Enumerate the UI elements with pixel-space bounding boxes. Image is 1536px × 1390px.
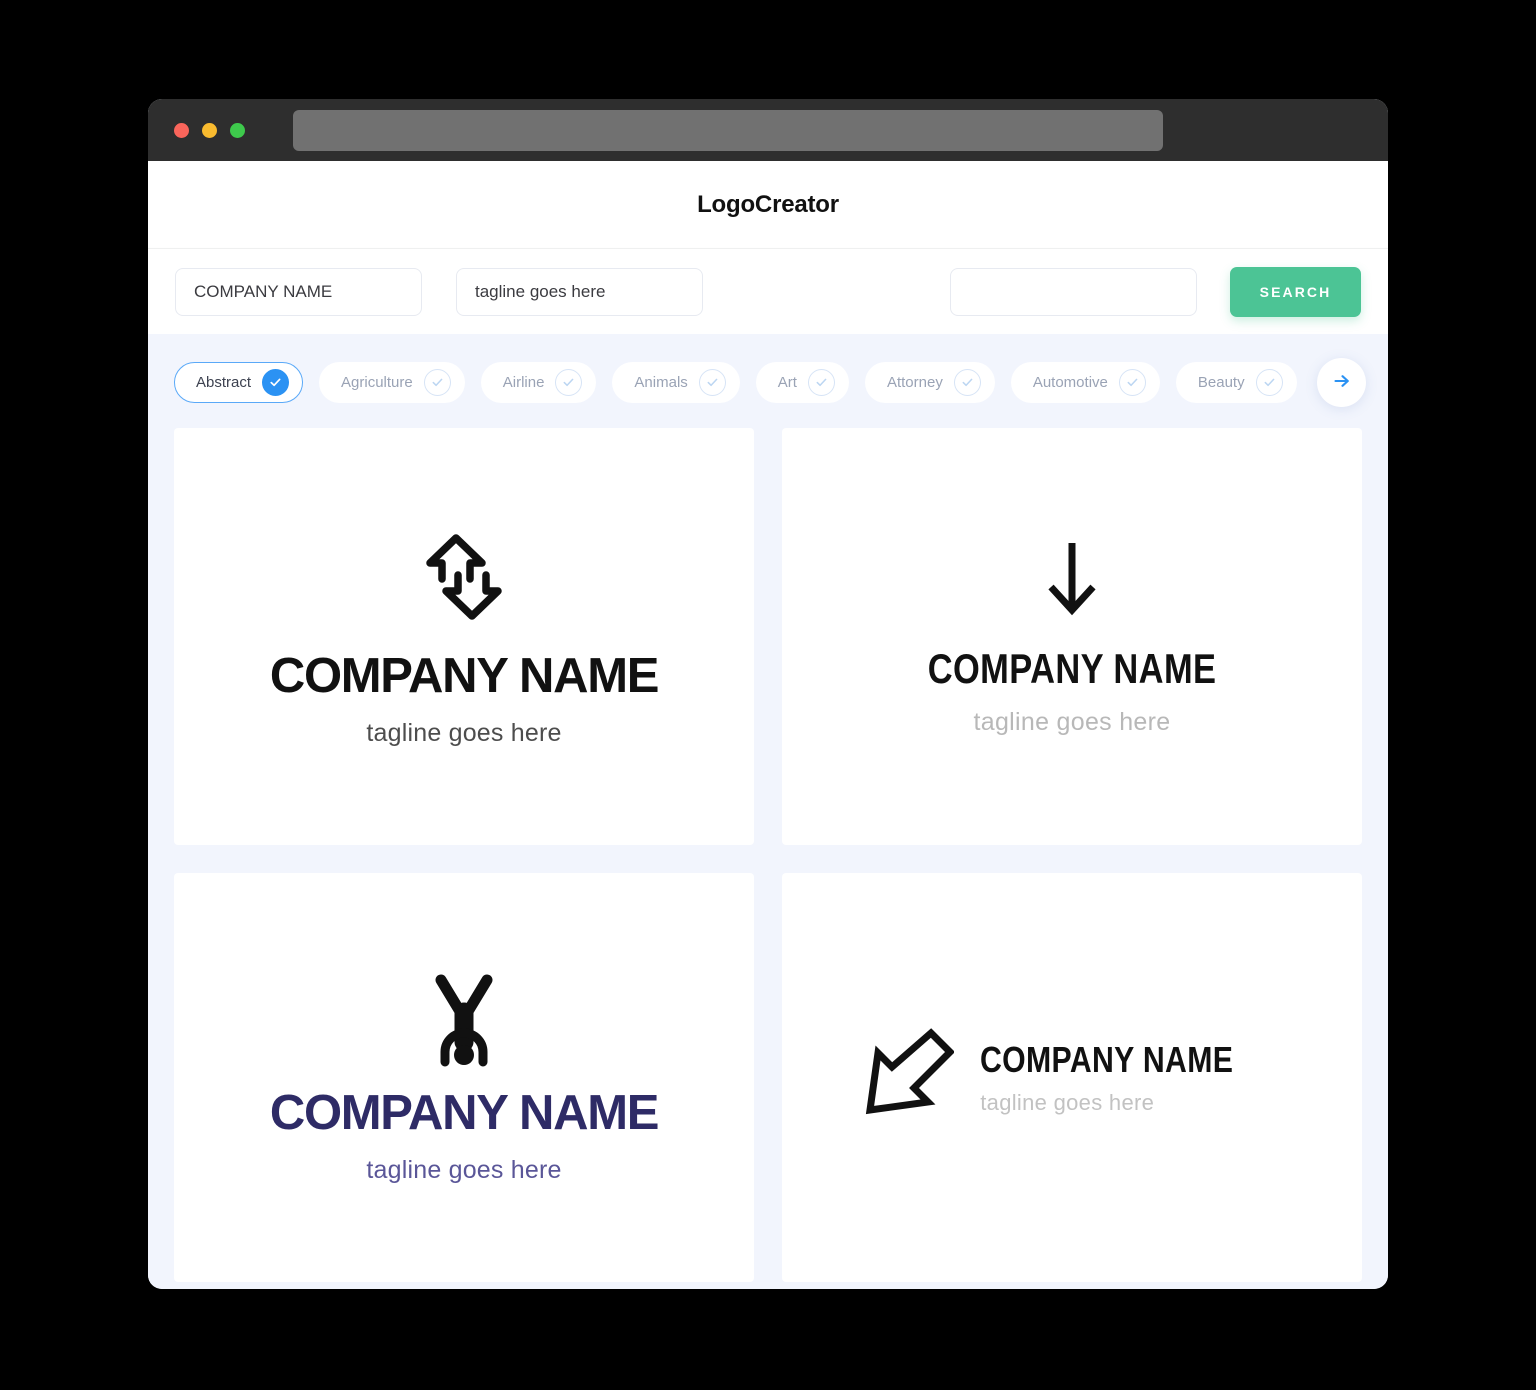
screen: LogoCreator COMPANY NAME tagline goes he… (0, 0, 1536, 1390)
logo-tagline: tagline goes here (980, 1089, 1155, 1115)
app-header: LogoCreator (148, 161, 1388, 249)
check-circle-icon (698, 369, 726, 396)
category-filter-bar: Abstract Agriculture Airline Animals Art… (148, 334, 1388, 428)
logo-text: COMPANY NAME tagline goes here (269, 1073, 660, 1184)
category-chip-label: Automotive (1032, 374, 1108, 391)
category-chip-agriculture[interactable]: Agriculture (319, 362, 465, 403)
close-button[interactable] (174, 122, 189, 138)
logo-company-name: COMPANY NAME (269, 1086, 660, 1140)
check-circle-icon (1255, 369, 1283, 396)
logo-tagline: tagline goes here (366, 1156, 562, 1184)
logo-tagline: tagline goes here (973, 707, 1171, 736)
category-chip-label: Agriculture (341, 374, 413, 391)
logo-company-name: COMPANY NAME (269, 649, 660, 703)
arrow-right-icon (1332, 371, 1352, 394)
category-chip-list: Abstract Agriculture Airline Animals Art… (174, 359, 1388, 406)
logo-preview: COMPANY NAME tagline goes here (269, 527, 660, 747)
category-chip-art[interactable]: Art (755, 362, 849, 403)
category-chip-label: Animals (634, 374, 688, 391)
maximize-button[interactable] (230, 122, 245, 138)
next-categories-button[interactable] (1317, 358, 1366, 407)
logo-results-grid: COMPANY NAME tagline goes here COMPANY N… (148, 428, 1388, 1289)
category-chip-airline[interactable]: Airline (480, 362, 597, 403)
logo-card[interactable]: COMPANY NAME tagline goes here (782, 428, 1362, 845)
category-chip-label: Art (777, 374, 797, 391)
logo-preview: COMPANY NAME tagline goes here (862, 1027, 1281, 1128)
browser-window: LogoCreator COMPANY NAME tagline goes he… (148, 99, 1388, 1289)
check-circle-icon (807, 369, 835, 396)
logo-preview: COMPANY NAME tagline goes here (896, 539, 1248, 735)
logo-company-name: COMPANY NAME (927, 644, 1217, 692)
brand-logo: LogoCreator (697, 190, 839, 218)
tagline-input[interactable]: tagline goes here (456, 267, 703, 316)
logo-text: COMPANY NAME tagline goes here (269, 632, 660, 747)
check-circle-icon (262, 369, 290, 396)
search-bar: COMPANY NAME tagline goes here SEARCH (148, 249, 1388, 334)
logo-company-name: COMPANY NAME (980, 1038, 1234, 1080)
logo-preview: COMPANY NAME tagline goes here (269, 972, 660, 1184)
check-circle-icon (555, 369, 583, 396)
logo-text: COMPANY NAME tagline goes here (896, 622, 1248, 735)
check-circle-icon (423, 369, 451, 396)
arrow-down-icon (1042, 539, 1102, 622)
category-chip-label: Airline (502, 374, 545, 391)
window-controls (174, 122, 245, 138)
check-circle-icon (1118, 369, 1146, 396)
logo-card[interactable]: COMPANY NAME tagline goes here (782, 873, 1362, 1282)
category-chip-label: Attorney (886, 374, 943, 391)
category-chip-abstract[interactable]: Abstract (174, 362, 304, 403)
category-chip-beauty[interactable]: Beauty (1175, 362, 1297, 403)
company-name-input[interactable]: COMPANY NAME (175, 267, 422, 316)
arrow-diagonal-down-left-outline-icon (862, 1027, 956, 1128)
logo-card[interactable]: COMPANY NAME tagline goes here (174, 873, 754, 1282)
browser-titlebar (148, 99, 1388, 161)
check-circle-icon (953, 369, 981, 396)
category-chip-label: Abstract (196, 374, 252, 391)
category-chip-animals[interactable]: Animals (612, 362, 740, 403)
logo-tagline: tagline goes here (366, 719, 562, 747)
handstand-figure-icon (425, 972, 503, 1073)
double-arrow-up-down-outline-icon (416, 527, 512, 632)
logo-card[interactable]: COMPANY NAME tagline goes here (174, 428, 754, 845)
keyword-input[interactable] (950, 267, 1197, 316)
url-bar[interactable] (293, 109, 1163, 151)
category-chip-automotive[interactable]: Automotive (1010, 362, 1160, 403)
search-button[interactable]: SEARCH (1230, 266, 1361, 317)
logo-text: COMPANY NAME tagline goes here (980, 1038, 1281, 1115)
category-chip-label: Beauty (1197, 374, 1245, 391)
minimize-button[interactable] (202, 122, 217, 138)
category-chip-attorney[interactable]: Attorney (864, 362, 995, 403)
